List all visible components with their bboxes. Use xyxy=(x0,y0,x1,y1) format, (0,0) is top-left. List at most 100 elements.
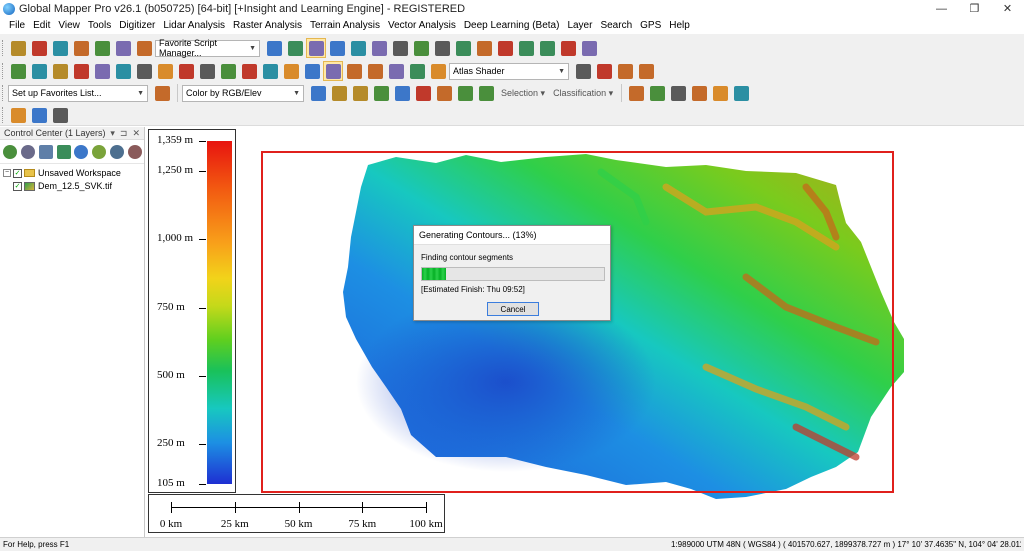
profile-icon[interactable] xyxy=(92,61,112,81)
brush-icon[interactable] xyxy=(239,61,259,81)
add-icon[interactable] xyxy=(710,83,730,103)
workspace-checkbox[interactable]: ✓ xyxy=(13,168,22,178)
settings-icon[interactable] xyxy=(615,61,635,81)
classification-menu-button[interactable]: Classification ▾ xyxy=(549,88,617,99)
water-icon[interactable] xyxy=(386,61,406,81)
open-folder-icon[interactable] xyxy=(8,38,28,58)
toolbar-grip[interactable] xyxy=(2,85,5,101)
run-script-icon[interactable] xyxy=(285,38,305,58)
back-icon[interactable] xyxy=(369,38,389,58)
options-icon[interactable] xyxy=(20,142,37,162)
menu-lidar-analysis[interactable]: Lidar Analysis xyxy=(159,20,229,31)
raster-icon[interactable] xyxy=(344,61,364,81)
favorite-script-combo[interactable]: Favorite Script Manager... ▼ xyxy=(155,38,260,58)
tools-icon[interactable] xyxy=(92,38,112,58)
grid-icon[interactable] xyxy=(155,61,175,81)
remove-layer-icon[interactable] xyxy=(126,142,143,162)
measure-icon[interactable] xyxy=(516,38,536,58)
shader-combo[interactable]: Atlas Shader ▼ xyxy=(449,62,569,80)
workspace-tree-item[interactable]: − ✓ Unsaved Workspace xyxy=(0,167,144,179)
menu-terrain-analysis[interactable]: Terrain Analysis xyxy=(306,20,384,31)
net-icon[interactable] xyxy=(413,83,433,103)
layout-icon[interactable] xyxy=(281,61,301,81)
check-icon[interactable] xyxy=(350,83,370,103)
edit-icon[interactable] xyxy=(474,38,494,58)
close-icon[interactable]: ✕ xyxy=(991,0,1024,17)
map-view[interactable]: 1,359 m 1,250 m 1,000 m 750 m 500 m 250 m 105 … xyxy=(146,127,1024,537)
menu-vector-analysis[interactable]: Vector Analysis xyxy=(384,20,460,31)
home-icon[interactable] xyxy=(390,38,410,58)
selection-menu-button[interactable]: Selection ▾ xyxy=(497,88,549,99)
config-icon[interactable] xyxy=(134,38,154,58)
density-icon[interactable] xyxy=(218,61,238,81)
menu-digitizer[interactable]: Digitizer xyxy=(115,20,159,31)
rotate-icon[interactable] xyxy=(668,83,688,103)
globe-icon[interactable] xyxy=(29,38,49,58)
favorites-list-combo[interactable]: Set up Favorites List... ▼ xyxy=(8,84,148,102)
search-icon[interactable] xyxy=(558,38,578,58)
fill-icon[interactable] xyxy=(134,61,154,81)
toolbar-grip[interactable] xyxy=(2,63,5,79)
pan-icon[interactable] xyxy=(306,38,326,58)
cancel-button[interactable]: Cancel xyxy=(487,302,539,316)
classify-icon[interactable] xyxy=(329,83,349,103)
save-icon[interactable] xyxy=(50,38,70,58)
zoom-in-icon[interactable] xyxy=(327,38,347,58)
flag-icon[interactable] xyxy=(302,61,322,81)
calculator-icon[interactable] xyxy=(50,105,70,125)
table-icon[interactable] xyxy=(38,142,55,162)
bug-icon[interactable] xyxy=(476,83,496,103)
info-icon[interactable] xyxy=(537,38,557,58)
visibility-icon[interactable] xyxy=(109,142,126,162)
metadata-icon[interactable] xyxy=(55,142,72,162)
view-shed-icon[interactable] xyxy=(71,61,91,81)
menu-edit[interactable]: Edit xyxy=(29,20,54,31)
menu-layer[interactable]: Layer xyxy=(563,20,596,31)
plant-icon[interactable] xyxy=(428,61,448,81)
menu-raster-analysis[interactable]: Raster Analysis xyxy=(229,20,306,31)
menu-view[interactable]: View xyxy=(54,20,84,31)
clean-icon[interactable] xyxy=(731,83,751,103)
play-icon[interactable] xyxy=(626,83,646,103)
zoom-layer-icon[interactable] xyxy=(73,142,90,162)
star-icon[interactable] xyxy=(152,83,172,103)
minimize-icon[interactable]: — xyxy=(925,0,958,17)
pin-icon[interactable]: ⊐ xyxy=(120,128,128,139)
zoom-out-icon[interactable] xyxy=(348,38,368,58)
menu-help[interactable]: Help xyxy=(665,20,694,31)
layer-tree-item[interactable]: ✓ Dem_12.5_SVK.tif xyxy=(0,180,144,192)
script-icon[interactable] xyxy=(264,38,284,58)
print-icon[interactable] xyxy=(71,38,91,58)
filter-icon[interactable] xyxy=(91,142,108,162)
tile-icon[interactable] xyxy=(113,38,133,58)
earth-icon[interactable] xyxy=(594,61,614,81)
menu-file[interactable]: File xyxy=(5,20,29,31)
dropdown-icon[interactable]: ▾ xyxy=(110,128,115,139)
crop-icon[interactable] xyxy=(323,61,343,81)
layer-checkbox[interactable]: ✓ xyxy=(13,181,22,191)
active-shader-icon[interactable] xyxy=(365,61,385,81)
cycle-icon[interactable] xyxy=(636,61,656,81)
toolbar-grip[interactable] xyxy=(2,107,5,123)
add-layer-icon[interactable] xyxy=(2,142,19,162)
color-by-combo[interactable]: Color by RGB/Elev ▼ xyxy=(182,84,304,102)
pencil-icon[interactable] xyxy=(411,38,431,58)
maximize-icon[interactable]: ❐ xyxy=(958,0,991,17)
digitize-icon[interactable] xyxy=(432,38,452,58)
path-icon[interactable] xyxy=(176,61,196,81)
collapse-icon[interactable]: − xyxy=(3,169,11,177)
menu-search[interactable]: Search xyxy=(596,20,636,31)
slope-icon[interactable] xyxy=(50,61,70,81)
tree-icon[interactable] xyxy=(260,61,280,81)
atlas-shader-icon[interactable] xyxy=(573,61,593,81)
lock-icon[interactable] xyxy=(579,38,599,58)
close-icon[interactable]: ✕ xyxy=(132,128,140,139)
filter-icon[interactable] xyxy=(308,83,328,103)
curve-icon[interactable] xyxy=(689,83,709,103)
menu-deep-learning[interactable]: Deep Learning (Beta) xyxy=(460,20,564,31)
stop-icon[interactable] xyxy=(647,83,667,103)
toolbar-grip[interactable] xyxy=(2,40,5,56)
search-icon[interactable] xyxy=(29,105,49,125)
layers-icon[interactable] xyxy=(455,83,475,103)
paint-icon[interactable] xyxy=(495,38,515,58)
